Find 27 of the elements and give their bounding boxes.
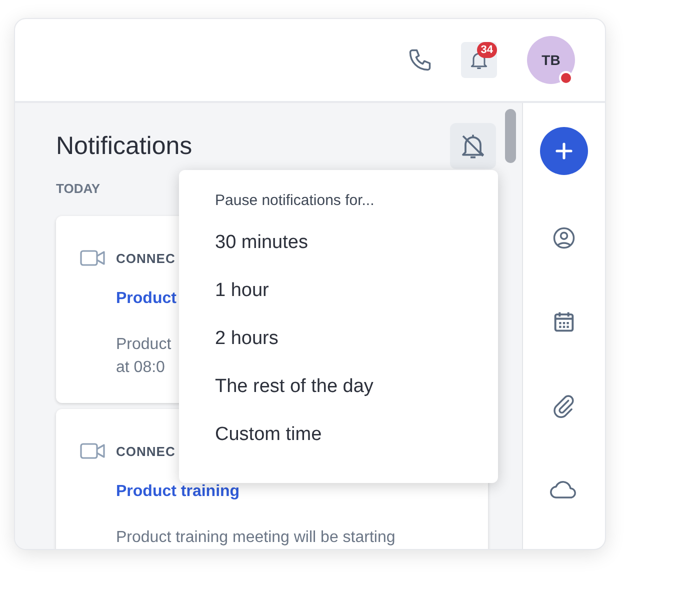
video-camera-icon (80, 441, 106, 461)
notification-count-badge: 34 (476, 42, 497, 58)
video-camera-icon (80, 248, 106, 268)
add-button[interactable] (540, 127, 588, 175)
notifications-button[interactable]: 34 (461, 42, 497, 78)
menu-item[interactable]: 30 minutes (215, 229, 498, 277)
menu-item[interactable]: 2 hours (215, 325, 498, 373)
section-label: TODAY (56, 181, 102, 196)
notification-description: Product at 08:0 (116, 335, 172, 378)
menu-item[interactable]: The rest of the day (215, 373, 498, 421)
source-label: CONNEC (116, 444, 176, 458)
user-circle-icon[interactable] (551, 225, 577, 251)
status-dot (559, 71, 573, 85)
menu-item[interactable]: Custom time (215, 421, 498, 469)
panel-title: Notifications (56, 132, 192, 160)
source-label: CONNEC (116, 250, 176, 266)
pause-notifications-button[interactable] (450, 123, 496, 169)
plus-icon (554, 141, 574, 161)
phone-icon[interactable] (407, 47, 433, 73)
user-avatar[interactable]: TB (527, 36, 575, 84)
notification-description: Product training meeting will be starting (116, 528, 396, 548)
notification-link[interactable]: Product (116, 290, 176, 308)
paperclip-icon[interactable] (551, 393, 577, 419)
menu-header: Pause notifications for... (215, 192, 376, 209)
scrollbar-thumb[interactable] (505, 109, 516, 163)
menu-item[interactable]: 1 hour (215, 277, 498, 325)
notification-link[interactable]: Product training (116, 483, 240, 501)
